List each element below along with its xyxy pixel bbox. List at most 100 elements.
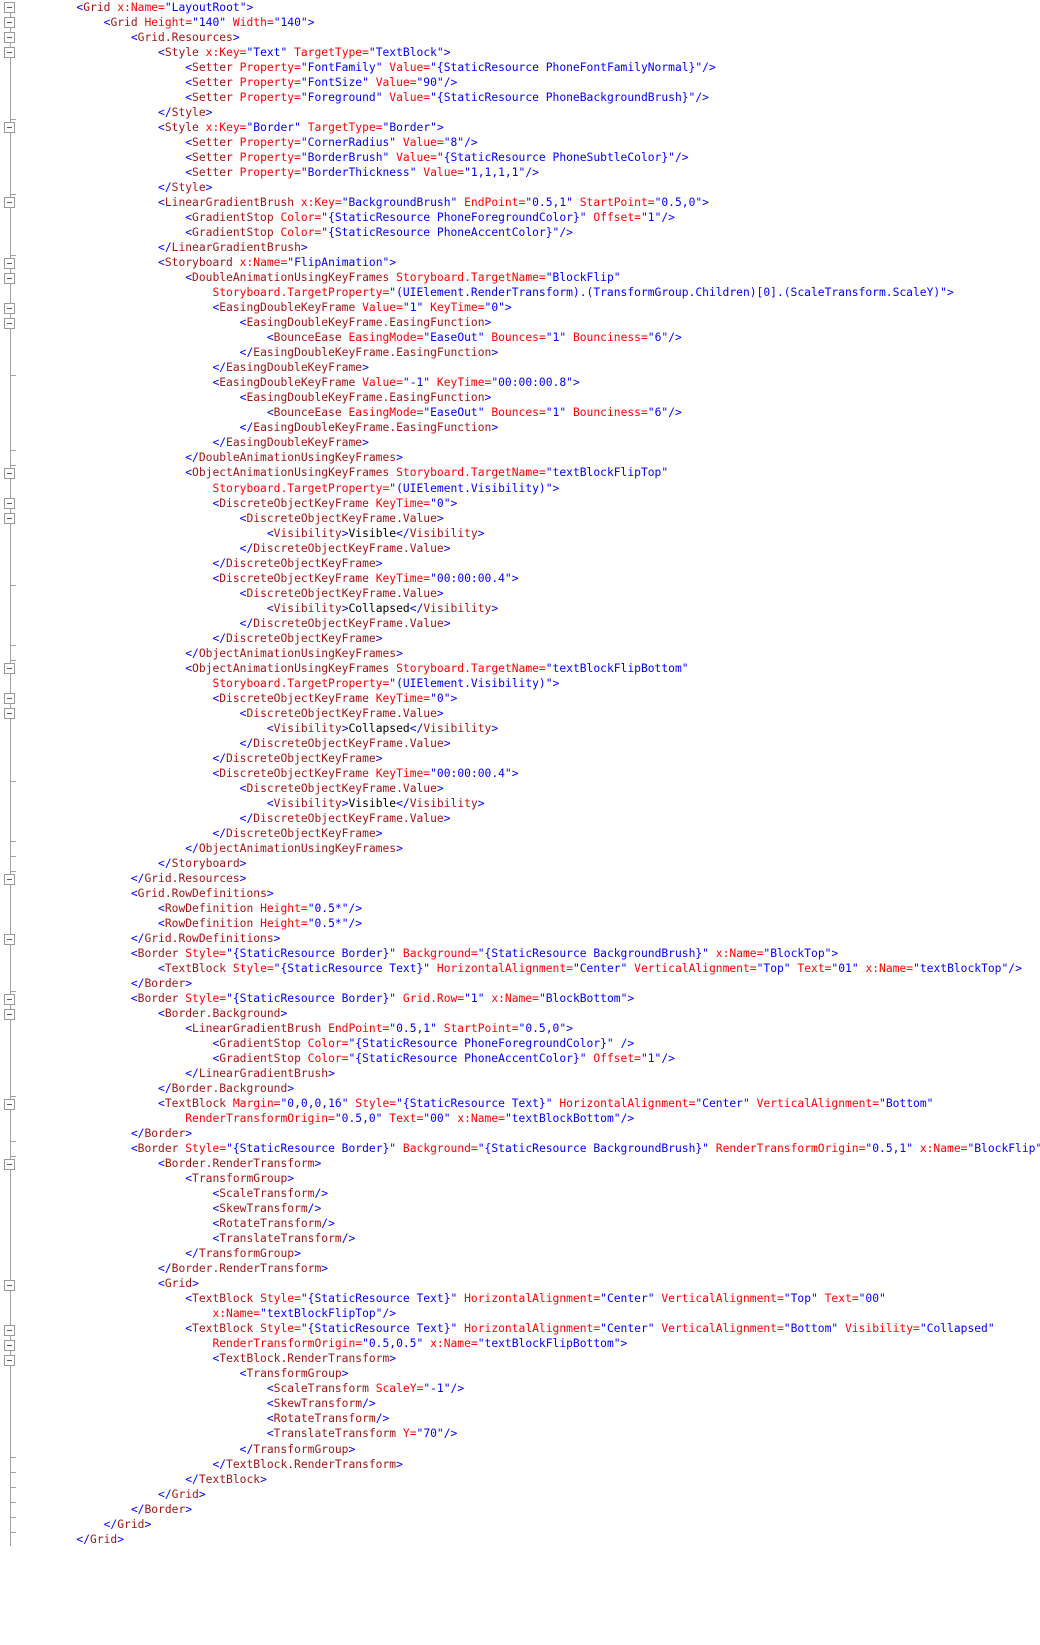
code-line[interactable]: </TransformGroup> [22,1246,1040,1261]
code-line[interactable]: RenderTransformOrigin="0.5,0" Text="00" … [22,1111,1040,1126]
fold-collapse-box[interactable] [4,2,15,13]
code-line[interactable]: <DiscreteObjectKeyFrame.Value> [22,706,1040,721]
code-line[interactable]: <Visibility>Visible</Visibility> [22,796,1040,811]
code-line[interactable]: <Visibility>Collapsed</Visibility> [22,721,1040,736]
code-line[interactable]: </DiscreteObjectKeyFrame.Value> [22,736,1040,751]
code-line[interactable]: <TransformGroup> [22,1171,1040,1186]
code-line[interactable]: <Grid.Resources> [22,30,1040,45]
code-line[interactable]: <Border.RenderTransform> [22,1156,1040,1171]
code-line[interactable]: <GradientStop Color="{StaticResource Pho… [22,225,1040,240]
code-line[interactable]: <TranslateTransform/> [22,1231,1040,1246]
fold-collapse-box[interactable] [4,467,15,479]
code-line[interactable]: <EasingDoubleKeyFrame.EasingFunction> [22,390,1040,405]
code-line[interactable]: </DiscreteObjectKeyFrame> [22,556,1040,571]
code-line[interactable]: <DiscreteObjectKeyFrame KeyTime="0"> [22,691,1040,706]
code-line[interactable]: <LinearGradientBrush EndPoint="0.5,1" St… [22,1021,1040,1036]
fold-collapse-box[interactable] [4,873,15,885]
code-line[interactable]: <EasingDoubleKeyFrame.EasingFunction> [22,315,1040,330]
code-line[interactable]: </Grid.RowDefinitions> [22,931,1040,946]
code-line[interactable]: </EasingDoubleKeyFrame> [22,435,1040,450]
code-line[interactable]: <RotateTransform/> [22,1411,1040,1426]
code-line[interactable]: <DiscreteObjectKeyFrame KeyTime="00:00:0… [22,571,1040,586]
code-line[interactable]: <SkewTransform/> [22,1201,1040,1216]
code-line[interactable]: <ScaleTransform ScaleY="-1"/> [22,1381,1040,1396]
code-line[interactable]: <Setter Property="BorderBrush" Value="{S… [22,150,1040,165]
code-line[interactable]: </ObjectAnimationUsingKeyFrames> [22,646,1040,661]
code-line[interactable]: <TextBlock.RenderTransform> [22,1351,1040,1366]
code-line[interactable]: <TransformGroup> [22,1366,1040,1381]
fold-collapse-box[interactable] [4,197,15,209]
code-line[interactable]: Storyboard.TargetProperty="(UIElement.Re… [22,285,1040,300]
code-line[interactable]: <Grid> [22,1276,1040,1291]
code-line[interactable]: </LinearGradientBrush> [22,240,1040,255]
code-line[interactable]: </Grid> [22,1517,1040,1532]
code-line[interactable]: x:Name="textBlockFlipTop"/> [22,1306,1040,1321]
code-line[interactable]: <Style x:Key="Border" TargetType="Border… [22,120,1040,135]
code-line[interactable]: <SkewTransform/> [22,1396,1040,1411]
code-line[interactable]: </TextBlock> [22,1472,1040,1487]
code-line[interactable]: </Border.Background> [22,1081,1040,1096]
fold-collapse-box[interactable] [4,933,15,945]
code-line[interactable]: <ObjectAnimationUsingKeyFrames Storyboar… [22,465,1040,480]
code-line[interactable]: </DiscreteObjectKeyFrame> [22,826,1040,841]
fold-collapse-box[interactable] [4,317,15,329]
fold-collapse-box[interactable] [4,1324,15,1336]
code-line[interactable]: Storyboard.TargetProperty="(UIElement.Vi… [22,481,1040,496]
code-line[interactable]: </ObjectAnimationUsingKeyFrames> [22,841,1040,856]
code-line[interactable]: </EasingDoubleKeyFrame.EasingFunction> [22,420,1040,435]
fold-collapse-box[interactable] [4,32,15,44]
code-line[interactable]: <Grid x:Name="LayoutRoot"> [22,0,1040,15]
fold-collapse-box[interactable] [4,708,15,720]
code-line[interactable]: </Grid> [22,1532,1040,1547]
fold-collapse-box[interactable] [4,122,15,134]
code-line[interactable]: <Setter Property="Foreground" Value="{St… [22,90,1040,105]
code-line[interactable]: <TextBlock Style="{StaticResource Text}"… [22,1291,1040,1306]
fold-collapse-box[interactable] [4,1099,15,1111]
code-line[interactable]: </DiscreteObjectKeyFrame.Value> [22,811,1040,826]
code-line[interactable]: <RotateTransform/> [22,1216,1040,1231]
code-line[interactable]: <Setter Property="BorderThickness" Value… [22,165,1040,180]
fold-collapse-box[interactable] [4,993,15,1005]
code-line[interactable]: </LinearGradientBrush> [22,1066,1040,1081]
fold-collapse-box[interactable] [4,1339,15,1351]
code-text-area[interactable]: <Grid x:Name="LayoutRoot"> <Grid Height=… [22,0,1040,1645]
fold-collapse-box[interactable] [4,1159,15,1171]
code-line[interactable]: <Grid.RowDefinitions> [22,886,1040,901]
code-line[interactable]: <Border Style="{StaticResource Border}" … [22,991,1040,1006]
code-line[interactable]: <Border Style="{StaticResource Border}" … [22,1141,1040,1156]
code-line[interactable]: <DoubleAnimationUsingKeyFrames Storyboar… [22,270,1040,285]
code-line[interactable]: <Setter Property="CornerRadius" Value="8… [22,135,1040,150]
code-line[interactable]: <Visibility>Visible</Visibility> [22,526,1040,541]
code-line[interactable]: </Grid.Resources> [22,871,1040,886]
code-line[interactable]: </Border> [22,976,1040,991]
fold-collapse-box[interactable] [4,1279,15,1291]
code-line[interactable]: </Border> [22,1502,1040,1517]
fold-collapse-box[interactable] [4,257,15,269]
code-line[interactable]: <Style x:Key="Text" TargetType="TextBloc… [22,45,1040,60]
code-line[interactable]: <Grid Height="140" Width="140"> [22,15,1040,30]
fold-collapse-box[interactable] [4,693,15,705]
code-line[interactable]: </DiscreteObjectKeyFrame> [22,751,1040,766]
code-line[interactable]: </DiscreteObjectKeyFrame.Value> [22,616,1040,631]
code-line[interactable]: <GradientStop Color="{StaticResource Pho… [22,210,1040,225]
code-line[interactable]: </Storyboard> [22,856,1040,871]
fold-collapse-box[interactable] [4,47,15,59]
code-line[interactable]: <TranslateTransform Y="70"/> [22,1426,1040,1441]
fold-collapse-box[interactable] [4,302,15,314]
code-line[interactable]: <Setter Property="FontFamily" Value="{St… [22,60,1040,75]
code-line[interactable]: <GradientStop Color="{StaticResource Pho… [22,1036,1040,1051]
code-line[interactable]: <TextBlock Style="{StaticResource Text}"… [22,1321,1040,1336]
code-line[interactable]: <GradientStop Color="{StaticResource Pho… [22,1051,1040,1066]
code-line[interactable]: </TextBlock.RenderTransform> [22,1457,1040,1472]
fold-collapse-box[interactable] [4,1354,15,1366]
fold-collapse-box[interactable] [4,513,15,525]
code-line[interactable]: <Storyboard x:Name="FlipAnimation"> [22,255,1040,270]
code-line[interactable]: <EasingDoubleKeyFrame Value="-1" KeyTime… [22,375,1040,390]
code-line[interactable]: <EasingDoubleKeyFrame Value="1" KeyTime=… [22,300,1040,315]
code-line[interactable]: <Border.Background> [22,1006,1040,1021]
code-line[interactable]: </Border.RenderTransform> [22,1261,1040,1276]
code-line[interactable]: </Border> [22,1126,1040,1141]
code-line[interactable]: RenderTransformOrigin="0.5,0.5" x:Name="… [22,1336,1040,1351]
code-line[interactable]: <BounceEase EasingMode="EaseOut" Bounces… [22,330,1040,345]
code-line[interactable]: </DiscreteObjectKeyFrame> [22,631,1040,646]
